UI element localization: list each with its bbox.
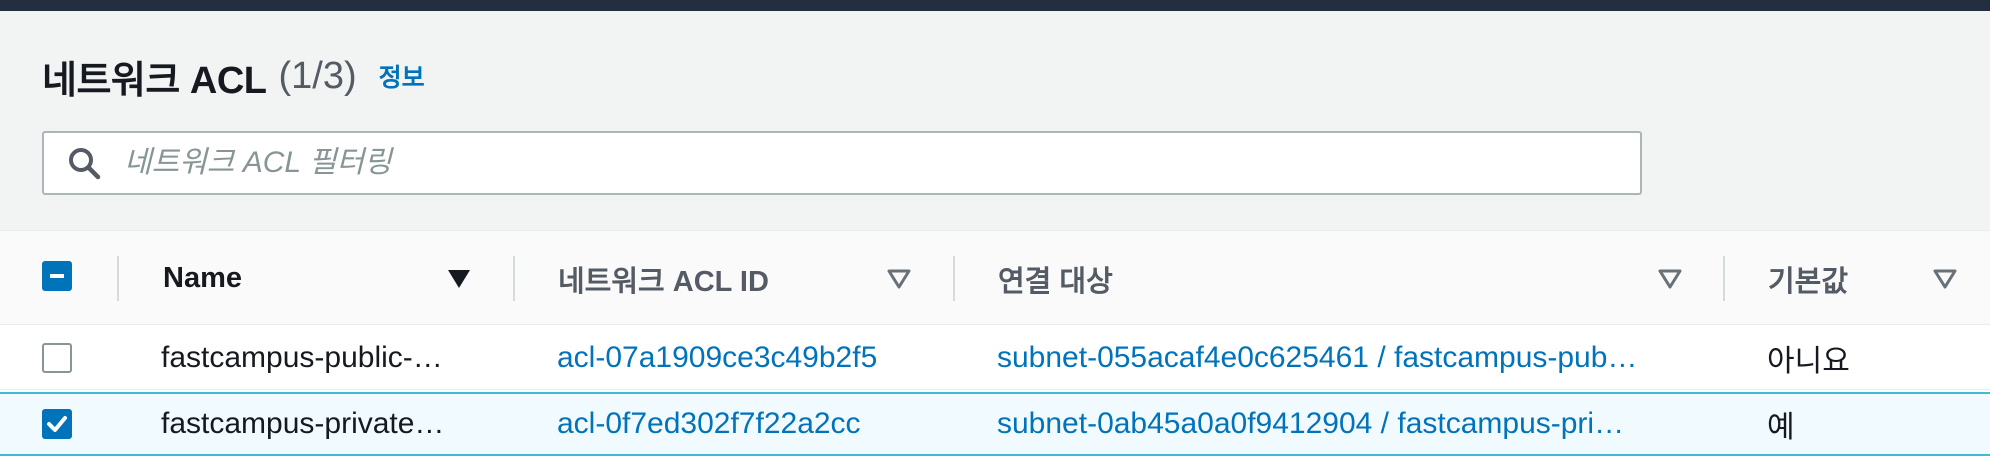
checkmark-icon bbox=[47, 416, 67, 432]
table-header: Name 네트워크 ACL ID 연결 대상 기본값 bbox=[0, 230, 1990, 325]
filter-input[interactable] bbox=[122, 134, 1640, 192]
row-select-checkbox[interactable] bbox=[42, 409, 72, 439]
row-select-checkbox[interactable] bbox=[42, 343, 72, 373]
column-divider[interactable] bbox=[513, 256, 515, 301]
column-header-associated-with[interactable]: 연결 대상 bbox=[998, 231, 1498, 326]
select-all-checkbox[interactable] bbox=[42, 261, 72, 291]
column-header-acl-id[interactable]: 네트워크 ACL ID bbox=[558, 231, 858, 326]
filter-search-box[interactable] bbox=[42, 131, 1642, 195]
top-navigation-bar bbox=[0, 0, 1990, 11]
column-header-label: 기본값 bbox=[1768, 265, 1849, 298]
column-divider[interactable] bbox=[117, 256, 119, 301]
caret-down-filled-icon[interactable] bbox=[446, 267, 472, 291]
row-associated-subnet-link[interactable]: subnet-055acaf4e0c625461 / fastcampus-pu… bbox=[997, 326, 1697, 390]
network-acl-table: Name 네트워크 ACL ID 연결 대상 기본값 fastcampus-pu… bbox=[0, 230, 1990, 466]
column-header-default[interactable]: 기본값 bbox=[1768, 231, 1928, 326]
column-divider[interactable] bbox=[953, 256, 955, 301]
row-acl-id-link[interactable]: acl-0f7ed302f7f22a2cc bbox=[557, 392, 937, 456]
row-name: fastcampus-private… bbox=[161, 407, 445, 440]
column-header-name[interactable]: Name bbox=[163, 231, 473, 326]
caret-down-outline-icon[interactable] bbox=[1932, 267, 1958, 291]
page-header: 네트워크 ACL (1/3) 정보 bbox=[42, 46, 425, 106]
row-default-value: 예 bbox=[1767, 411, 1795, 444]
caret-down-outline-icon[interactable] bbox=[1657, 267, 1683, 291]
page-title: 네트워크 ACL bbox=[42, 59, 267, 102]
row-associated-subnet-link[interactable]: subnet-0ab45a0a0f9412904 / fastcampus-pr… bbox=[997, 392, 1697, 456]
search-icon bbox=[64, 143, 104, 183]
caret-down-outline-icon[interactable] bbox=[886, 267, 912, 291]
row-default-value: 아니요 bbox=[1767, 345, 1850, 378]
table-row[interactable]: fastcampus-public-… acl-07a1909ce3c49b2f… bbox=[0, 326, 1990, 390]
table-row-selected[interactable]: fastcampus-private… acl-0f7ed302f7f22a2c… bbox=[0, 392, 1990, 456]
column-divider[interactable] bbox=[1723, 256, 1725, 301]
row-acl-id-link[interactable]: acl-07a1909ce3c49b2f5 bbox=[557, 326, 937, 390]
column-header-label: 네트워크 ACL ID bbox=[558, 265, 769, 298]
info-link[interactable]: 정보 bbox=[379, 58, 425, 94]
column-header-label: Name bbox=[163, 262, 242, 294]
selection-count: (1/3) bbox=[278, 54, 357, 97]
row-name: fastcampus-public-… bbox=[161, 341, 443, 374]
column-header-label: 연결 대상 bbox=[998, 265, 1113, 298]
